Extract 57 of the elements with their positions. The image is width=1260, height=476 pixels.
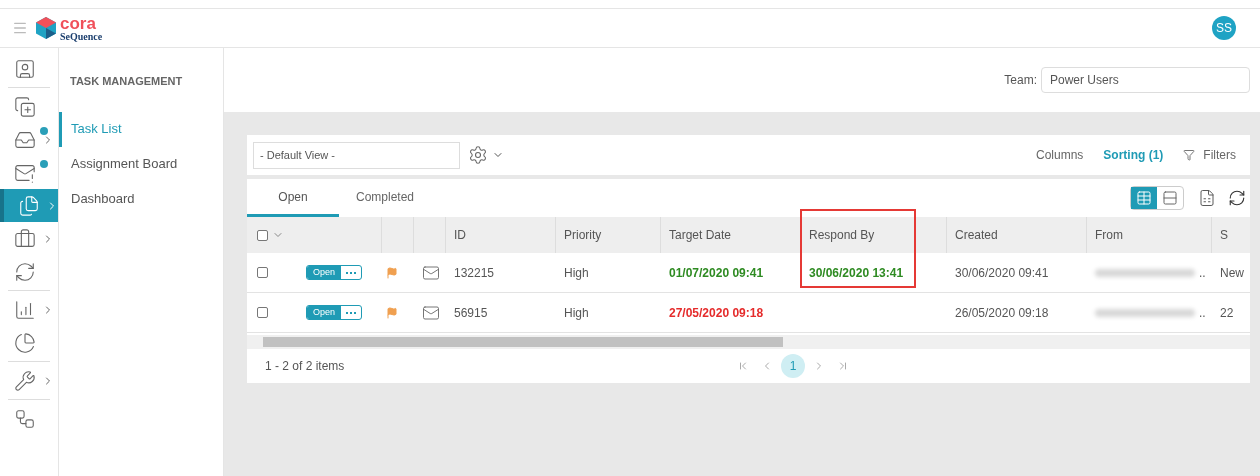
column-header[interactable]: Target Date bbox=[669, 226, 732, 244]
table-cell-text: 26/05/2020 09:18 bbox=[955, 304, 1049, 322]
wrench-icon bbox=[14, 369, 36, 392]
logo-icon bbox=[36, 16, 56, 40]
briefcase-icon bbox=[14, 227, 36, 250]
team-field[interactable]: Power Users bbox=[1041, 67, 1250, 93]
row-checkbox[interactable] bbox=[257, 307, 268, 318]
bar-chart-icon bbox=[14, 298, 36, 321]
sidebar-title: TASK MANAGEMENT bbox=[69, 74, 184, 89]
column-header[interactable]: Created bbox=[955, 226, 998, 244]
table-cell-text: 30/06/2020 09:41 bbox=[955, 264, 1049, 282]
table-cell-text: High bbox=[564, 264, 589, 282]
filters-button[interactable]: Filters bbox=[1203, 146, 1236, 164]
documents-icon bbox=[18, 194, 40, 217]
table-cell-text: 56915 bbox=[454, 304, 488, 322]
column-header[interactable]: Priority bbox=[564, 226, 602, 244]
table-cell-text: 30/06/2020 13:41 bbox=[809, 264, 904, 282]
mail-icon bbox=[422, 303, 440, 322]
sidebar-item[interactable]: Dashboard bbox=[59, 181, 223, 217]
table-cell-text: 01/07/2020 09:41 bbox=[669, 264, 764, 282]
menu-icon[interactable] bbox=[12, 20, 28, 36]
tab[interactable]: Completed bbox=[339, 179, 431, 217]
filter-icon bbox=[1183, 149, 1196, 161]
column-header[interactable]: From bbox=[1095, 226, 1123, 244]
excel-export-icon[interactable] bbox=[1198, 189, 1216, 207]
table-cell-text: 22 bbox=[1220, 304, 1234, 322]
table-cell-text: High bbox=[564, 304, 589, 322]
team-label: Team: bbox=[1004, 72, 1037, 89]
last-page-icon[interactable] bbox=[837, 360, 849, 372]
pie-chart-icon bbox=[14, 331, 36, 354]
user-card-icon bbox=[14, 57, 36, 80]
column-header[interactable]: S bbox=[1220, 226, 1228, 244]
cycle-icon bbox=[14, 260, 36, 283]
table-cell-text: 27/05/2020 09:18 bbox=[669, 304, 764, 322]
settings-icon[interactable] bbox=[468, 145, 488, 165]
column-header[interactable]: Respond By bbox=[809, 226, 875, 244]
table-view-icon[interactable] bbox=[1131, 187, 1157, 209]
columns-button[interactable]: Columns bbox=[1035, 146, 1084, 164]
view-dropdown[interactable]: - Default View - bbox=[253, 141, 460, 169]
select-all-checkbox[interactable] bbox=[257, 229, 268, 241]
brand-subtitle: SeQuence bbox=[60, 31, 103, 42]
first-page-icon[interactable] bbox=[737, 360, 749, 372]
horizontal-scrollbar[interactable] bbox=[247, 335, 1250, 349]
rail-item[interactable] bbox=[0, 189, 58, 222]
table-cell-text: New bbox=[1220, 264, 1244, 282]
sidebar-item[interactable]: Assignment Board bbox=[59, 146, 223, 182]
mail-icon bbox=[422, 263, 440, 282]
row-checkbox[interactable] bbox=[257, 267, 268, 278]
table-cell-text: .. bbox=[1199, 304, 1206, 322]
workflow-icon bbox=[14, 407, 36, 430]
table-cell-text: .. bbox=[1199, 264, 1206, 282]
column-header[interactable]: ID bbox=[454, 226, 466, 244]
add-document-icon bbox=[14, 95, 36, 118]
refresh-icon[interactable] bbox=[1228, 189, 1246, 207]
table-cell-text: 132215 bbox=[454, 264, 495, 282]
brand-name: cora bbox=[60, 14, 97, 32]
item-count: 1 - 2 of 2 items bbox=[264, 358, 346, 375]
